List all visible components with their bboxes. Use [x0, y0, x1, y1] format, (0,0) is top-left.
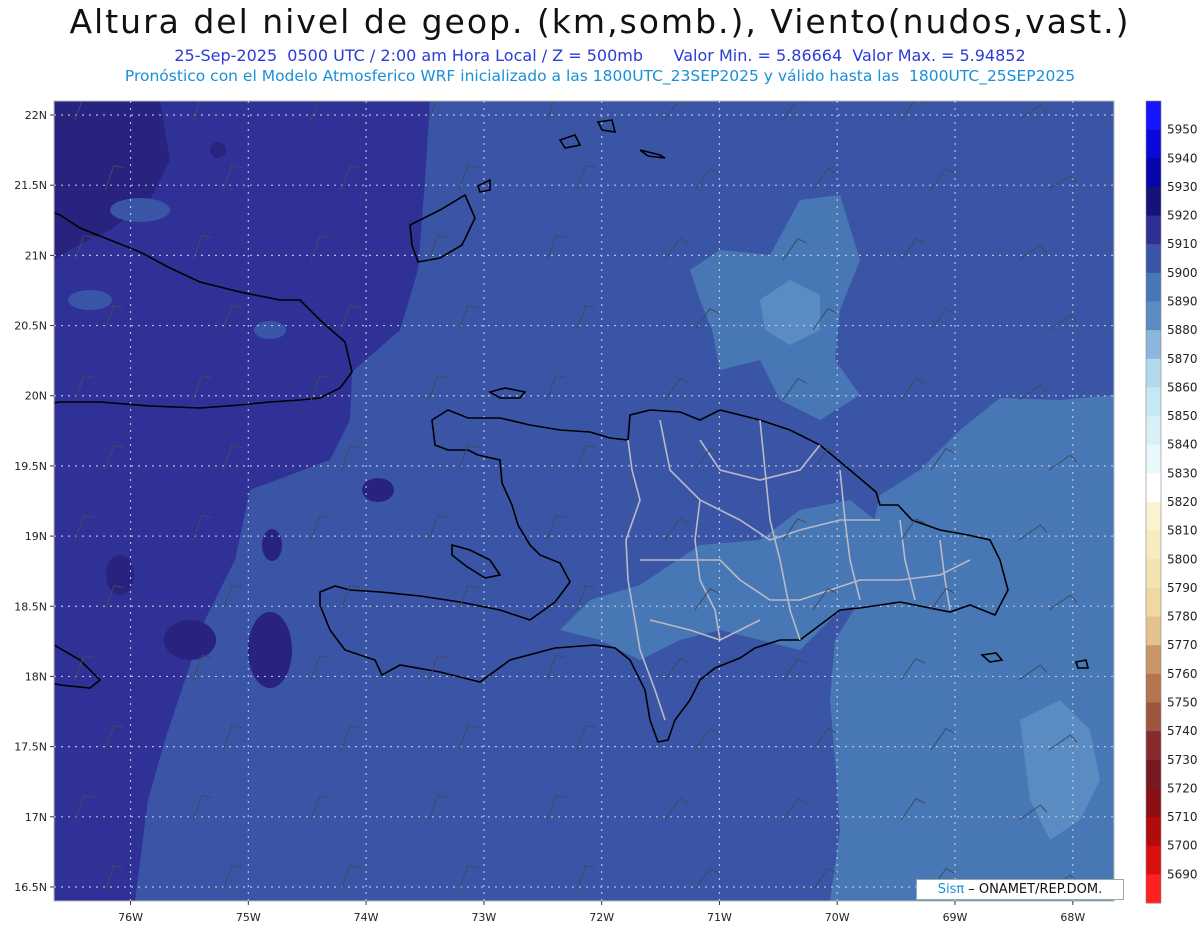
- colorbar-label: 5780: [1167, 610, 1198, 624]
- colorbar-label: 5730: [1167, 753, 1198, 767]
- colorbar-label: 5860: [1167, 380, 1198, 394]
- colorbar-swatch: [1146, 158, 1161, 188]
- lat-label: 21.5N: [14, 179, 47, 192]
- colorbar-label: 5740: [1167, 724, 1198, 738]
- colorbar-label: 5870: [1167, 352, 1198, 366]
- colorbar-label: 5690: [1167, 867, 1198, 881]
- lon-label: 68W: [1060, 911, 1085, 924]
- lon-label: 72W: [589, 911, 614, 924]
- colorbar-swatch: [1146, 358, 1161, 388]
- colorbar-swatch: [1146, 473, 1161, 503]
- colorbar-label: 5950: [1167, 123, 1198, 137]
- lat-label: 17.5N: [14, 741, 47, 754]
- lat-label: 20.5N: [14, 320, 47, 333]
- geopotential-map: 22N 21.5N 21N 20.5N 20N 19.5N 19N 18.5N 18N 17.5N…: [14, 100, 1198, 924]
- colorbar-swatch: [1146, 301, 1161, 331]
- lat-label: 18N: [25, 670, 47, 683]
- colorbar-swatch: [1146, 416, 1161, 446]
- color-bar: 5950 5940 5930 5920 5910 5900 5890 5880 5870 5860…: [1145, 100, 1198, 904]
- credit-box: Sisπ – ONAMET/REP.DOM.: [916, 879, 1124, 900]
- colorbar-swatch: [1146, 759, 1161, 789]
- colorbar-label: 5710: [1167, 810, 1198, 824]
- lat-label: 20N: [25, 390, 47, 403]
- lon-label: 71W: [707, 911, 732, 924]
- lon-label: 76W: [118, 911, 143, 924]
- colorbar-label: 5930: [1167, 180, 1198, 194]
- lat-label: 16.5N: [14, 881, 47, 894]
- lat-label: 22N: [25, 109, 47, 122]
- colorbar-label: 5760: [1167, 667, 1198, 681]
- wind-barb: [1167, 595, 1195, 610]
- lat-label: 19.5N: [14, 460, 47, 473]
- lat-label: 17N: [25, 811, 47, 824]
- colorbar-swatch: [1146, 731, 1161, 761]
- colorbar-label: 5900: [1167, 266, 1198, 280]
- colorbar-label: 5920: [1167, 209, 1198, 223]
- colorbar-label: 5820: [1167, 495, 1198, 509]
- colorbar-label: 5840: [1167, 438, 1198, 452]
- sis-logo: Sisπ: [937, 882, 965, 897]
- colorbar-label: 5800: [1167, 552, 1198, 566]
- colorbar-label: 5770: [1167, 638, 1198, 652]
- lon-label: 75W: [236, 911, 261, 924]
- colorbar-swatch: [1146, 874, 1161, 904]
- colorbar-swatch: [1146, 502, 1161, 532]
- colorbar-swatch: [1146, 444, 1161, 474]
- colorbar-swatch: [1146, 244, 1161, 274]
- colorbar-swatch: [1146, 587, 1161, 618]
- colorbar-swatch: [1146, 272, 1161, 302]
- colorbar-swatch: [1146, 330, 1161, 360]
- lat-label: 18.5N: [14, 600, 47, 613]
- colorbar-label: 5720: [1167, 781, 1198, 795]
- colorbar-swatch: [1146, 387, 1161, 417]
- lat-label: 19N: [25, 530, 47, 543]
- longitude-labels: 76W 75W 74W 73W 72W 71W 70W 69W 68W: [118, 901, 1085, 924]
- colorbar-label: 5910: [1167, 237, 1198, 251]
- colorbar-label: 5890: [1167, 295, 1198, 309]
- colorbar-swatch: [1146, 215, 1161, 245]
- lon-label: 74W: [354, 911, 379, 924]
- colorbar-swatch: [1146, 616, 1161, 646]
- colorbar-swatch: [1146, 845, 1161, 875]
- colorbar-swatch: [1146, 530, 1161, 560]
- colorbar-label: 5750: [1167, 696, 1198, 710]
- colorbar-swatch: [1146, 817, 1161, 847]
- colorbar-label: 5790: [1167, 581, 1198, 595]
- lat-label: 21N: [25, 249, 47, 262]
- colorbar-swatch: [1146, 702, 1161, 732]
- colorbar-label: 5830: [1167, 466, 1198, 480]
- colorbar-label: 5850: [1167, 409, 1198, 423]
- colorbar-label: 5700: [1167, 839, 1198, 853]
- colorbar-swatch: [1146, 186, 1161, 217]
- colorbar-label: 5810: [1167, 524, 1198, 538]
- colorbar-swatch: [1146, 645, 1161, 675]
- credit-text: – ONAMET/REP.DOM.: [968, 882, 1103, 897]
- colorbar-swatch: [1146, 101, 1161, 131]
- lon-label: 70W: [825, 911, 850, 924]
- colorbar-swatch: [1146, 559, 1161, 589]
- colorbar-swatch: [1146, 788, 1161, 818]
- colorbar-swatch: [1146, 129, 1161, 159]
- lon-label: 69W: [943, 911, 968, 924]
- latitude-labels: 22N 21.5N 21N 20.5N 20N 19.5N 19N 18.5N 18N 17.5N…: [14, 109, 54, 894]
- colorbar-swatch: [1146, 673, 1161, 703]
- lon-label: 73W: [471, 911, 496, 924]
- colorbar-label: 5880: [1167, 323, 1198, 337]
- colorbar-label: 5940: [1167, 151, 1198, 165]
